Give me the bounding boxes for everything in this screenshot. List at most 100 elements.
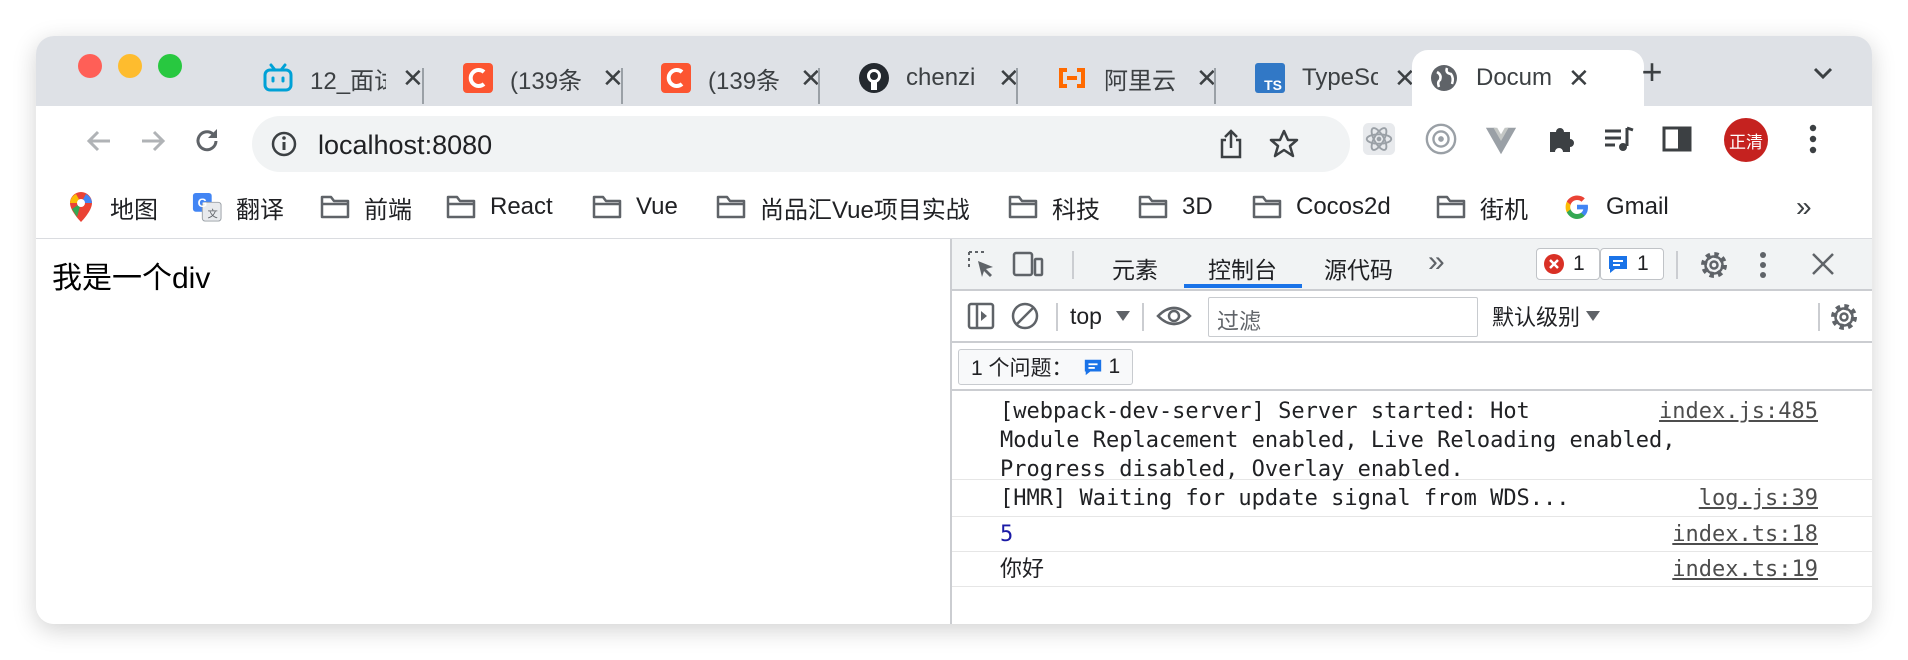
inspect-element-icon[interactable] <box>966 249 996 279</box>
toolbar-divider <box>1142 303 1144 331</box>
console-message-text: 你好 <box>1000 557 1045 582</box>
console-source-link[interactable]: log.js:39 <box>1699 484 1818 513</box>
forward-button[interactable] <box>136 124 170 158</box>
queue-music-icon <box>1605 126 1634 151</box>
address-bar[interactable]: localhost:8080 <box>252 116 1350 172</box>
bookmark-folder-frontend[interactable]: 前端 <box>320 190 412 224</box>
console-message-row: [HMR] Waiting for update signal from WDS… <box>952 480 1872 517</box>
bookmark-star-icon[interactable] <box>1268 128 1300 160</box>
tab-sources[interactable]: 源代码 <box>1324 251 1393 285</box>
react-devtools-extension[interactable] <box>1362 122 1396 156</box>
message-count-badge[interactable]: 1 <box>1600 248 1664 280</box>
issues-count: 1 <box>1108 355 1121 378</box>
folder-icon <box>1008 192 1038 222</box>
tab-bilibili[interactable]: 12_面试 ✕ <box>246 50 424 106</box>
tab-document-active[interactable]: Document ✕ <box>1412 50 1644 106</box>
bookmark-folder-vue[interactable]: Vue <box>592 190 678 224</box>
github-icon <box>858 62 890 94</box>
share-icon[interactable] <box>1216 128 1246 160</box>
console-filter-input[interactable]: 过滤 <box>1208 297 1478 337</box>
media-controls-button[interactable] <box>1602 122 1636 156</box>
arrow-left-icon <box>86 130 110 152</box>
chrome-menu-button[interactable] <box>1796 122 1830 156</box>
site-info-icon[interactable] <box>270 130 298 158</box>
devtools-tab-bar: 元素 控制台 源代码 » 1 1 <box>952 239 1872 291</box>
tab-search-button[interactable] <box>1806 56 1840 90</box>
avatar-text: 正清 <box>1729 132 1763 152</box>
new-tab-button[interactable]: + <box>1634 51 1670 92</box>
maximize-window-button[interactable] <box>158 54 182 78</box>
more-tabs-button[interactable]: » <box>1428 245 1445 279</box>
error-count: 1 <box>1573 252 1585 275</box>
console-number-value: 5 <box>1000 522 1014 547</box>
bookmark-folder-arcade[interactable]: 街机 <box>1436 190 1528 224</box>
tab-title: Document <box>1476 64 1552 91</box>
close-devtools-icon[interactable] <box>1810 251 1836 277</box>
console-message-text: [HMR] Waiting for update signal from WDS… <box>1000 486 1570 511</box>
url-text[interactable]: localhost:8080 <box>318 130 492 161</box>
clear-console-icon[interactable] <box>1010 301 1040 331</box>
minimize-window-button[interactable] <box>118 54 142 78</box>
tab-csdn-2[interactable]: (139条 ✕ <box>644 50 822 106</box>
close-icon[interactable]: ✕ <box>402 63 424 94</box>
react-icon <box>1362 122 1396 156</box>
console-source-link[interactable]: index.ts:19 <box>1672 555 1818 584</box>
error-icon <box>1543 253 1565 275</box>
bookmark-folder-cocos2d[interactable]: Cocos2d <box>1252 190 1391 224</box>
kebab-menu-icon <box>1809 124 1817 154</box>
bookmark-translate[interactable]: G文 翻译 <box>192 190 284 224</box>
browser-window: 12_面试 ✕ (139条 ✕ (139条 ✕ chenzi <box>36 36 1872 624</box>
console-toolbar: top 过滤 默认级别 <box>952 291 1872 343</box>
extensions-button[interactable] <box>1544 122 1578 156</box>
bookmark-label: 前端 <box>364 196 412 224</box>
bookmark-label: React <box>490 193 553 220</box>
reload-button[interactable] <box>190 124 224 158</box>
console-message-row: 你好 index.ts:19 <box>952 552 1872 587</box>
bookmark-folder-tech[interactable]: 科技 <box>1008 190 1100 224</box>
back-button[interactable] <box>82 124 116 158</box>
side-panel-button[interactable] <box>1660 122 1694 156</box>
bookmark-folder-react[interactable]: React <box>446 190 553 224</box>
google-icon <box>1562 192 1592 222</box>
tab-csdn-1[interactable]: (139条 ✕ <box>446 50 624 106</box>
close-window-button[interactable] <box>78 54 102 78</box>
sidebar-toggle-icon[interactable] <box>966 301 996 331</box>
bookmark-folder-3d[interactable]: 3D <box>1138 190 1213 224</box>
bookmark-label: Gmail <box>1606 193 1669 220</box>
folder-icon <box>1138 192 1168 222</box>
vue-icon <box>1485 127 1517 155</box>
vue-devtools-extension[interactable] <box>1484 124 1518 158</box>
bookmarks-overflow-button[interactable]: » <box>1796 190 1812 224</box>
live-expression-eye-icon[interactable] <box>1156 303 1192 329</box>
bookmark-maps[interactable]: 地图 <box>66 190 158 224</box>
bookmark-label: 科技 <box>1052 196 1100 224</box>
device-toolbar-icon[interactable] <box>1012 249 1044 279</box>
console-source-link[interactable]: index.js:485 <box>1659 397 1818 426</box>
tab-github[interactable]: chenzi ✕ <box>842 50 1020 106</box>
bookmark-gmail[interactable]: Gmail <box>1562 190 1669 224</box>
page-viewport: 我是一个div <box>36 239 950 624</box>
bookmark-label: 街机 <box>1480 196 1528 224</box>
arrow-right-icon <box>142 130 166 152</box>
settings-gear-icon[interactable] <box>1698 249 1730 281</box>
context-selector[interactable]: top <box>1070 301 1130 331</box>
devtools-panel: 元素 控制台 源代码 » 1 1 top 过滤 默认级别 1 个问题： 1 [w… <box>950 239 1872 624</box>
console-source-link[interactable]: index.ts:18 <box>1672 520 1818 549</box>
issues-button[interactable]: 1 个问题： 1 <box>958 349 1134 385</box>
close-icon[interactable]: ✕ <box>1568 63 1590 94</box>
console-settings-gear-icon[interactable] <box>1828 301 1860 333</box>
tab-aliyun[interactable]: 阿里云 ✕ <box>1040 50 1218 106</box>
svg-text:TS: TS <box>1264 77 1282 93</box>
profile-avatar[interactable]: 正清 <box>1724 118 1768 162</box>
devtools-menu-icon[interactable] <box>1758 251 1768 279</box>
recorder-extension[interactable] <box>1424 122 1458 156</box>
log-level-selector[interactable]: 默认级别 <box>1492 301 1601 331</box>
tab-console[interactable]: 控制台 <box>1208 251 1277 285</box>
svg-text:文: 文 <box>207 207 217 220</box>
tab-elements[interactable]: 元素 <box>1112 251 1158 285</box>
console-message-row: 5 index.ts:18 <box>952 517 1872 552</box>
tab-typescript[interactable]: TS TypeScript ✕ <box>1238 50 1416 106</box>
tab-title: (139条 <box>708 67 781 95</box>
error-count-badge[interactable]: 1 <box>1536 248 1600 280</box>
bookmark-folder-vue-project[interactable]: 尚品汇Vue项目实战 <box>716 190 970 224</box>
